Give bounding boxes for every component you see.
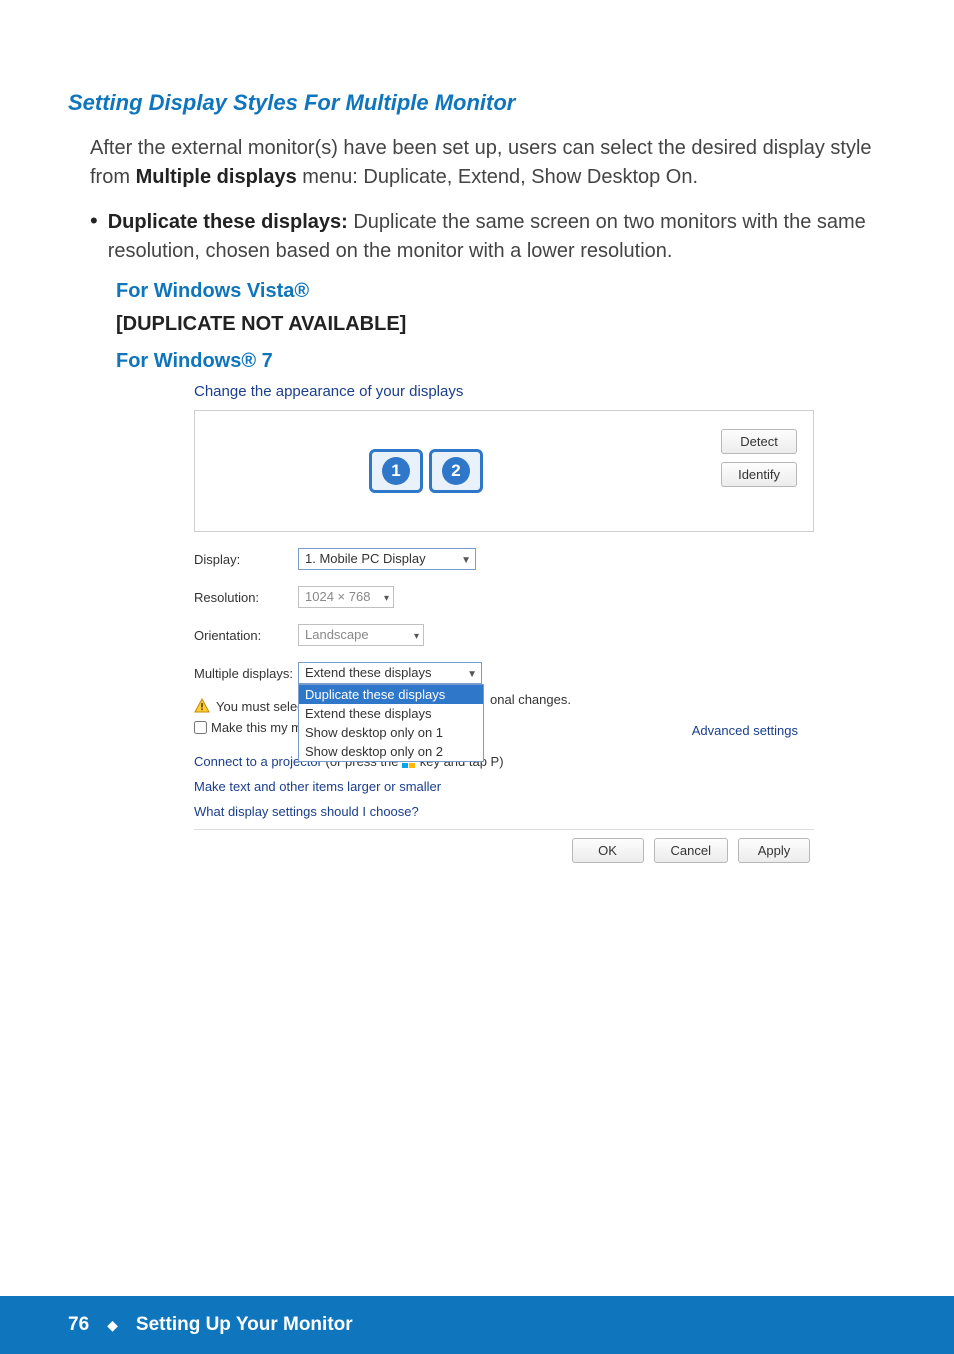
monitor-2[interactable]: 2 [429, 449, 483, 493]
multiple-displays-dropdown: Duplicate these displays Extend these di… [298, 684, 484, 762]
section-title: Setting Display Styles For Multiple Moni… [68, 90, 886, 116]
label-orientation: Orientation: [194, 628, 298, 643]
which-settings-link[interactable]: What display settings should I choose? [194, 804, 814, 819]
footer-diamond-icon: ◆ [107, 1317, 118, 1334]
text-size-link[interactable]: Make text and other items larger or smal… [194, 779, 814, 794]
chevron-down-icon: ▼ [461, 553, 471, 569]
dropdown-option-extend[interactable]: Extend these displays [299, 704, 483, 723]
heading-vista: For Windows Vista® [116, 280, 886, 303]
dropdown-option-show1[interactable]: Show desktop only on 1 [299, 723, 483, 742]
orientation-select[interactable]: Landscape ▾ [298, 624, 424, 646]
label-display: Display: [194, 552, 298, 567]
intro-paragraph: After the external monitor(s) have been … [90, 134, 886, 192]
resolution-select-value: 1024 × 768 [305, 589, 370, 604]
cancel-button[interactable]: Cancel [654, 838, 728, 863]
bullet-bold: Duplicate these displays: [108, 211, 348, 233]
monitor-2-number: 2 [442, 457, 470, 485]
chevron-down-icon: ▾ [384, 591, 389, 607]
main-display-checkbox[interactable] [194, 721, 207, 734]
chevron-down-icon: ▾ [414, 629, 419, 645]
dialog-title: Change the appearance of your displays [194, 383, 814, 400]
warn-text-right: onal changes. [490, 692, 571, 707]
ok-button[interactable]: OK [572, 838, 644, 863]
orientation-select-value: Landscape [305, 627, 369, 642]
page-footer: 76 ◆ Setting Up Your Monitor [0, 1296, 954, 1354]
multiple-displays-value: Extend these displays [305, 665, 431, 680]
vista-note: [DUPLICATE NOT AVAILABLE] [116, 313, 886, 336]
advanced-settings-link[interactable]: Advanced settings [692, 723, 798, 738]
display-select[interactable]: 1. Mobile PC Display ▼ [298, 548, 476, 570]
bullet-marker: • [90, 208, 98, 266]
heading-win7: For Windows® 7 [116, 350, 886, 373]
projector-line: Connect to a projector (or press the key… [194, 754, 814, 769]
display-arrangement-panel: 1 2 Detect Identify [194, 410, 814, 532]
win7-display-settings-screenshot: Change the appearance of your displays 1… [194, 383, 814, 863]
main-display-label: Make this my ma [211, 720, 309, 735]
chevron-down-icon: ▼ [467, 667, 477, 683]
bullet-duplicate-displays: • Duplicate these displays: Duplicate th… [90, 208, 886, 266]
identify-button[interactable]: Identify [721, 462, 797, 487]
intro-after: menu: Duplicate, Extend, Show Desktop On… [297, 166, 698, 188]
page-number: 76 [68, 1314, 89, 1336]
resolution-select[interactable]: 1024 × 768 ▾ [298, 586, 394, 608]
apply-button[interactable]: Apply [738, 838, 810, 863]
warning-icon [194, 698, 210, 714]
warn-text-left: You must select [216, 699, 307, 714]
separator [194, 829, 814, 830]
monitor-1[interactable]: 1 [369, 449, 423, 493]
dropdown-option-duplicate[interactable]: Duplicate these displays [299, 685, 483, 704]
label-multiple-displays: Multiple displays: [194, 666, 298, 681]
dropdown-option-show2[interactable]: Show desktop only on 2 [299, 742, 483, 761]
multiple-displays-select[interactable]: Extend these displays ▼ [298, 662, 482, 684]
display-select-value: 1. Mobile PC Display [305, 551, 426, 566]
monitor-1-number: 1 [382, 457, 410, 485]
detect-button[interactable]: Detect [721, 429, 797, 454]
intro-bold: Multiple displays [136, 166, 297, 188]
footer-title: Setting Up Your Monitor [136, 1314, 353, 1336]
label-resolution: Resolution: [194, 590, 298, 605]
